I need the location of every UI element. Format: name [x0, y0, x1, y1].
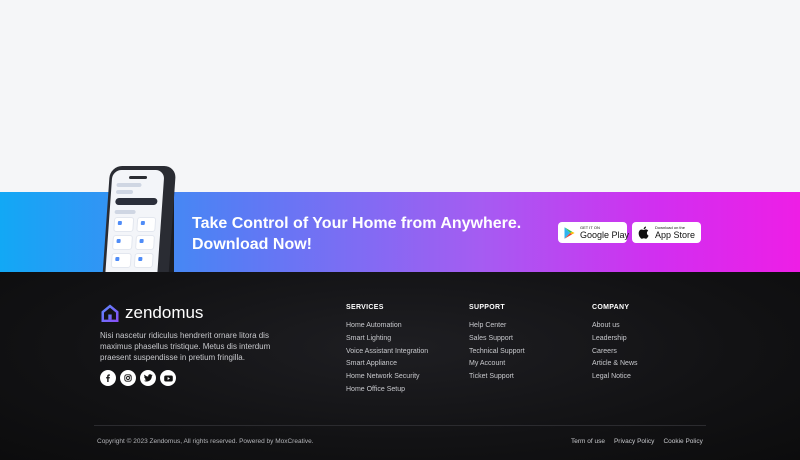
screen-bar	[115, 198, 158, 205]
apple-icon	[638, 226, 650, 239]
footer-link[interactable]: Ticket Support	[469, 373, 525, 380]
footer-link[interactable]: Smart Lighting	[346, 335, 428, 342]
footer-link[interactable]: Leadership	[592, 335, 638, 342]
privacy-policy-link[interactable]: Privacy Policy	[614, 438, 654, 445]
column-title: SUPPORT	[469, 304, 505, 311]
facebook-icon[interactable]	[100, 370, 116, 386]
footer-link[interactable]: Technical Support	[469, 348, 525, 355]
screen-card	[135, 217, 157, 232]
brand-name: zendomus	[125, 303, 204, 322]
footer-link[interactable]: About us	[592, 322, 638, 329]
banner-title: Take Control of Your Home from Anywhere.…	[192, 213, 522, 255]
screen-card	[133, 253, 154, 268]
copyright-text: Copyright © 2023 Zendomus, All rights re…	[97, 438, 314, 445]
screen-cards	[110, 217, 157, 268]
cookie-policy-link[interactable]: Cookie Policy	[663, 438, 702, 445]
screen-line	[114, 210, 136, 214]
app-store-button[interactable]: Download on the App Store	[632, 222, 701, 243]
screen-line	[115, 190, 133, 194]
page-top-area	[0, 0, 800, 192]
google-play-button[interactable]: GET IT ON Google Play	[558, 222, 630, 243]
footer-divider	[94, 425, 706, 426]
banner-title-line2: Download Now!	[192, 236, 312, 253]
social-links	[100, 370, 176, 386]
twitter-icon[interactable]	[140, 370, 156, 386]
instagram-icon[interactable]	[120, 370, 136, 386]
footer-link[interactable]: Careers	[592, 348, 638, 355]
screen-card	[111, 235, 133, 250]
phone-notch	[128, 176, 148, 179]
footer-link[interactable]: My Account	[469, 360, 525, 367]
google-play-label: Google Play	[580, 229, 630, 240]
footer-column-support: SUPPORT Help Center Sales Support Techni…	[469, 304, 525, 386]
house-logo-icon	[101, 304, 119, 322]
footer-link[interactable]: Voice Assistant Integration	[346, 348, 428, 355]
footer-link[interactable]: Help Center	[469, 322, 525, 329]
screen-line	[116, 183, 142, 187]
app-store-small-label: Download on the	[654, 224, 685, 230]
footer-logo[interactable]: zendomus	[100, 303, 203, 323]
youtube-icon[interactable]	[160, 370, 176, 386]
footer-link[interactable]: Home Office Setup	[346, 386, 428, 393]
banner-title-line1: Take Control of Your Home from Anywhere.	[192, 215, 522, 232]
terms-link[interactable]: Term of use	[571, 438, 605, 445]
google-play-small-label: GET IT ON	[580, 224, 600, 230]
google-play-icon	[564, 226, 575, 239]
footer-link[interactable]: Smart Appliance	[346, 360, 428, 367]
footer-link[interactable]: Article & News	[592, 360, 638, 367]
footer-column-company: COMPANY About us Leadership Careers Arti…	[592, 304, 638, 386]
app-store-label: App Store	[654, 229, 695, 240]
footer-link[interactable]: Sales Support	[469, 335, 525, 342]
screen-card	[110, 253, 132, 268]
footer-column-services: SERVICES Home Automation Smart Lighting …	[346, 304, 428, 399]
legal-links: Term of use Privacy Policy Cookie Policy	[571, 438, 703, 445]
phone-mockup	[101, 166, 177, 286]
column-title: COMPANY	[592, 304, 630, 311]
phone-screen	[105, 170, 165, 272]
screen-card	[113, 217, 134, 232]
footer-link[interactable]: Home Automation	[346, 322, 428, 329]
footer-about-text: Nisi nascetur ridiculus hendrerit ornare…	[100, 331, 271, 362]
screen-card	[134, 235, 156, 250]
column-title: SERVICES	[346, 304, 384, 311]
footer-link[interactable]: Legal Notice	[592, 373, 638, 380]
footer-link[interactable]: Home Network Security	[346, 373, 428, 380]
